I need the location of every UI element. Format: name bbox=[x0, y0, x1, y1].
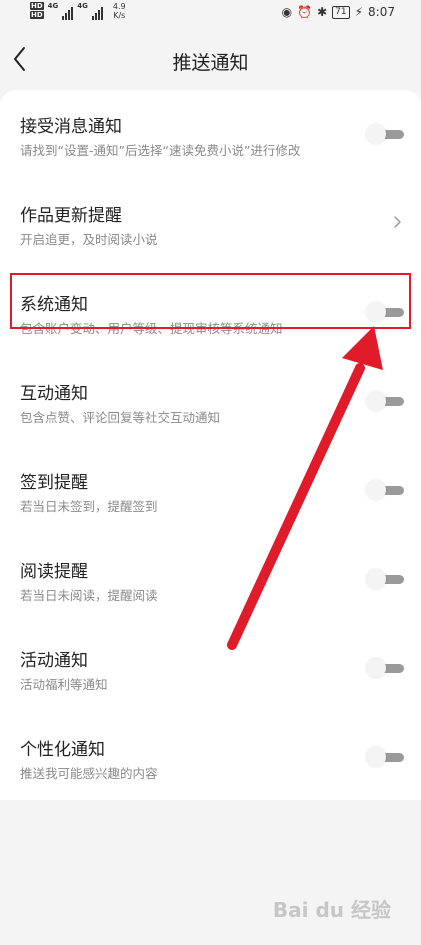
setting-title: 阅读提醒 bbox=[20, 562, 88, 582]
status-bar-left: HD HD 4G 4G 4.9 K/s bbox=[30, 2, 126, 20]
setting-item-checkin: 签到提醒 若当日未签到，提醒签到 bbox=[0, 446, 421, 535]
charging-icon: ⚡ bbox=[354, 5, 364, 19]
network-speed-value: 4.9 bbox=[112, 2, 126, 11]
setting-title: 系统通知 bbox=[20, 295, 88, 315]
setting-title: 签到提醒 bbox=[20, 473, 88, 493]
setting-subtitle: 若当日未阅读，提醒阅读 bbox=[20, 588, 158, 603]
settings-card: 接受消息通知 请找到“设置-通知”后选择“速读免费小说”进行修改 作品更新提醒 … bbox=[0, 90, 421, 800]
personalized-notification-toggle[interactable] bbox=[366, 747, 404, 767]
navigation-bar: 推送通知 bbox=[0, 30, 421, 90]
status-bar: HD HD 4G 4G 4.9 K/s ◉ ⏰ ✱ 71 ⚡ 8:07 bbox=[0, 0, 421, 26]
checkin-reminder-toggle[interactable] bbox=[366, 480, 404, 500]
eye-icon: ◉ bbox=[281, 5, 293, 19]
setting-subtitle: 若当日未签到，提醒签到 bbox=[20, 499, 158, 514]
bluetooth-icon: ✱ bbox=[317, 5, 328, 19]
status-bar-right: ◉ ⏰ ✱ 71 ⚡ 8:07 bbox=[282, 5, 395, 19]
setting-title: 个性化通知 bbox=[20, 740, 105, 760]
setting-subtitle: 包含账户变动、用户等级、提现审核等系统通知 bbox=[20, 321, 283, 336]
setting-title: 接受消息通知 bbox=[20, 117, 122, 137]
setting-item-reading: 阅读提醒 若当日未阅读，提醒阅读 bbox=[0, 535, 421, 624]
setting-item-accept-messages: 接受消息通知 请找到“设置-通知”后选择“速读免费小说”进行修改 bbox=[0, 90, 421, 179]
activity-notification-toggle[interactable] bbox=[366, 658, 404, 678]
network-speed-unit: K/s bbox=[113, 11, 126, 20]
setting-subtitle: 包含点赞、评论回复等社交互动通知 bbox=[20, 410, 221, 425]
alarm-icon: ⏰ bbox=[297, 5, 313, 19]
setting-subtitle: 推送我可能感兴趣的内容 bbox=[20, 766, 158, 781]
interaction-notification-toggle[interactable] bbox=[366, 391, 404, 411]
setting-item-personalized: 个性化通知 推送我可能感兴趣的内容 bbox=[0, 713, 421, 802]
network-label: 4G bbox=[47, 2, 59, 10]
setting-item-work-updates[interactable]: 作品更新提醒 开启追更，及时阅读小说 bbox=[0, 179, 421, 268]
network-speed: 4.9 K/s bbox=[113, 2, 126, 20]
setting-subtitle: 开启追更，及时阅读小说 bbox=[20, 232, 158, 247]
hd-label: HD bbox=[30, 2, 44, 10]
page-title: 推送通知 bbox=[172, 52, 249, 74]
battery-icon: 71 bbox=[332, 5, 350, 19]
clock-time: 8:07 bbox=[368, 5, 395, 19]
setting-title: 活动通知 bbox=[20, 651, 88, 671]
signal-icon bbox=[91, 2, 103, 20]
setting-title: 互动通知 bbox=[20, 384, 88, 404]
setting-item-system: 系统通知 包含账户变动、用户等级、提现审核等系统通知 bbox=[0, 268, 421, 357]
setting-item-activity: 活动通知 活动福利等通知 bbox=[0, 624, 421, 713]
setting-title: 作品更新提醒 bbox=[20, 206, 122, 226]
chevron-right-icon[interactable] bbox=[393, 212, 403, 232]
accept-messages-toggle[interactable] bbox=[366, 124, 404, 144]
watermark: Bai du 经验 bbox=[272, 898, 391, 922]
reading-reminder-toggle[interactable] bbox=[366, 569, 404, 589]
network-label: 4G bbox=[77, 2, 88, 10]
setting-item-interaction: 互动通知 包含点赞、评论回复等社交互动通知 bbox=[0, 357, 421, 446]
setting-subtitle: 活动福利等通知 bbox=[20, 677, 108, 692]
hd-label: HD bbox=[30, 11, 44, 19]
hd-indicators: HD HD bbox=[30, 2, 44, 19]
system-notification-toggle[interactable] bbox=[366, 302, 404, 322]
signal-icon bbox=[62, 2, 74, 20]
setting-subtitle: 请找到“设置-通知”后选择“速读免费小说”进行修改 bbox=[20, 143, 301, 158]
